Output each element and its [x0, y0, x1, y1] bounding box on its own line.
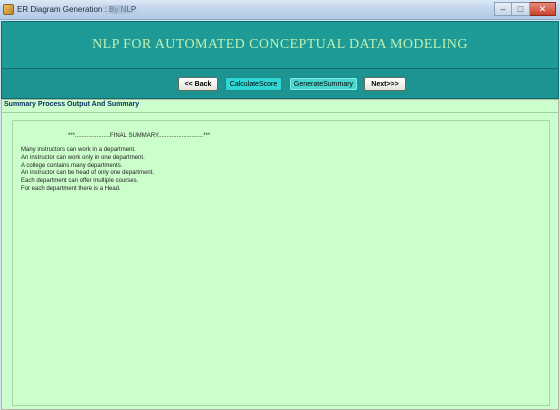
maximize-button[interactable]: □ — [512, 2, 530, 16]
summary-line: Each department can offer multiple cours… — [21, 178, 139, 185]
java-cup-icon — [3, 4, 14, 15]
summary-line: Many instructors can work in a departmen… — [21, 147, 136, 153]
summary-panel: Summary Process Output And Summary ***..… — [1, 99, 559, 410]
summary-line: An instructor can be head of only one de… — [21, 170, 155, 177]
calculate-score-button[interactable]: CalculateScore — [225, 77, 282, 91]
back-button[interactable]: << Back — [178, 77, 218, 91]
banner-title: NLP FOR AUTOMATED CONCEPTUAL DATA MODELI… — [92, 37, 468, 52]
summary-line: An instructor can work only in one depar… — [21, 154, 145, 161]
generate-summary-button[interactable]: GenerateSummary — [289, 77, 358, 91]
window-titlebar[interactable]: ER Diagram Generation : By NLP – □ ✕ — [0, 0, 560, 20]
window-controls: – □ ✕ — [494, 2, 556, 17]
summary-line: A college contains many departments. — [21, 162, 123, 169]
header-banner: NLP FOR AUTOMATED CONCEPTUAL DATA MODELI… — [1, 21, 559, 69]
title-blur-decoration — [98, 5, 140, 14]
final-summary-heading: ***.....................FINAL SUMMARY...… — [68, 133, 211, 139]
next-button[interactable]: Next>>> — [364, 77, 406, 91]
summary-line: For each department there is a Head. — [21, 185, 121, 192]
panel-divider — [2, 112, 558, 113]
button-bar: << Back CalculateScore GenerateSummary N… — [1, 69, 559, 99]
close-button[interactable]: ✕ — [530, 2, 556, 16]
summary-lines: Many instructors can work in a departmen… — [21, 147, 154, 194]
minimize-button[interactable]: – — [494, 2, 512, 16]
summary-output-area[interactable]: ***.....................FINAL SUMMARY...… — [12, 120, 550, 406]
